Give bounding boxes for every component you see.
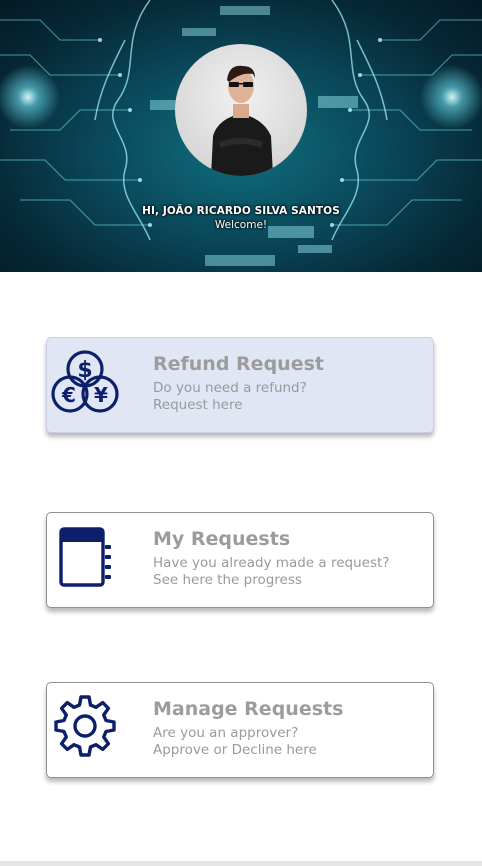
my-requests-title: My Requests (153, 528, 291, 550)
refund-request-title: Refund Request (153, 353, 324, 375)
manage-requests-hint: Approve or Decline here (153, 742, 317, 758)
my-requests-subtitle: Have you already made a request? (153, 555, 390, 571)
welcome-text: Welcome! (214, 219, 268, 231)
refund-request-card[interactable]: $ € ¥ Refund Request Do you need a refun… (46, 337, 434, 433)
header-banner: HI, JOÃO RICARDO SILVA SANTOS Welcome! (0, 0, 482, 272)
currency-coins-icon: $ € ¥ (51, 350, 119, 413)
user-photo (211, 65, 273, 176)
refund-request-hint: Request here (153, 397, 243, 413)
svg-text:€: € (61, 383, 76, 407)
svg-text:$: $ (77, 358, 92, 383)
greeting-text: HI, JOÃO RICARDO SILVA SANTOS (142, 205, 340, 217)
my-requests-hint: See here the progress (153, 572, 302, 588)
bottom-divider (0, 861, 482, 866)
my-requests-card[interactable]: My Requests Have you already made a requ… (46, 512, 434, 608)
manage-requests-subtitle: Are you an approver? (153, 725, 299, 741)
notebook-icon (59, 527, 111, 587)
gear-icon (54, 695, 116, 757)
refund-request-subtitle: Do you need a refund? (153, 380, 307, 396)
user-avatar (175, 44, 307, 176)
svg-text:¥: ¥ (94, 383, 108, 407)
manage-requests-card[interactable]: Manage Requests Are you an approver? App… (46, 682, 434, 778)
manage-requests-title: Manage Requests (153, 698, 344, 720)
